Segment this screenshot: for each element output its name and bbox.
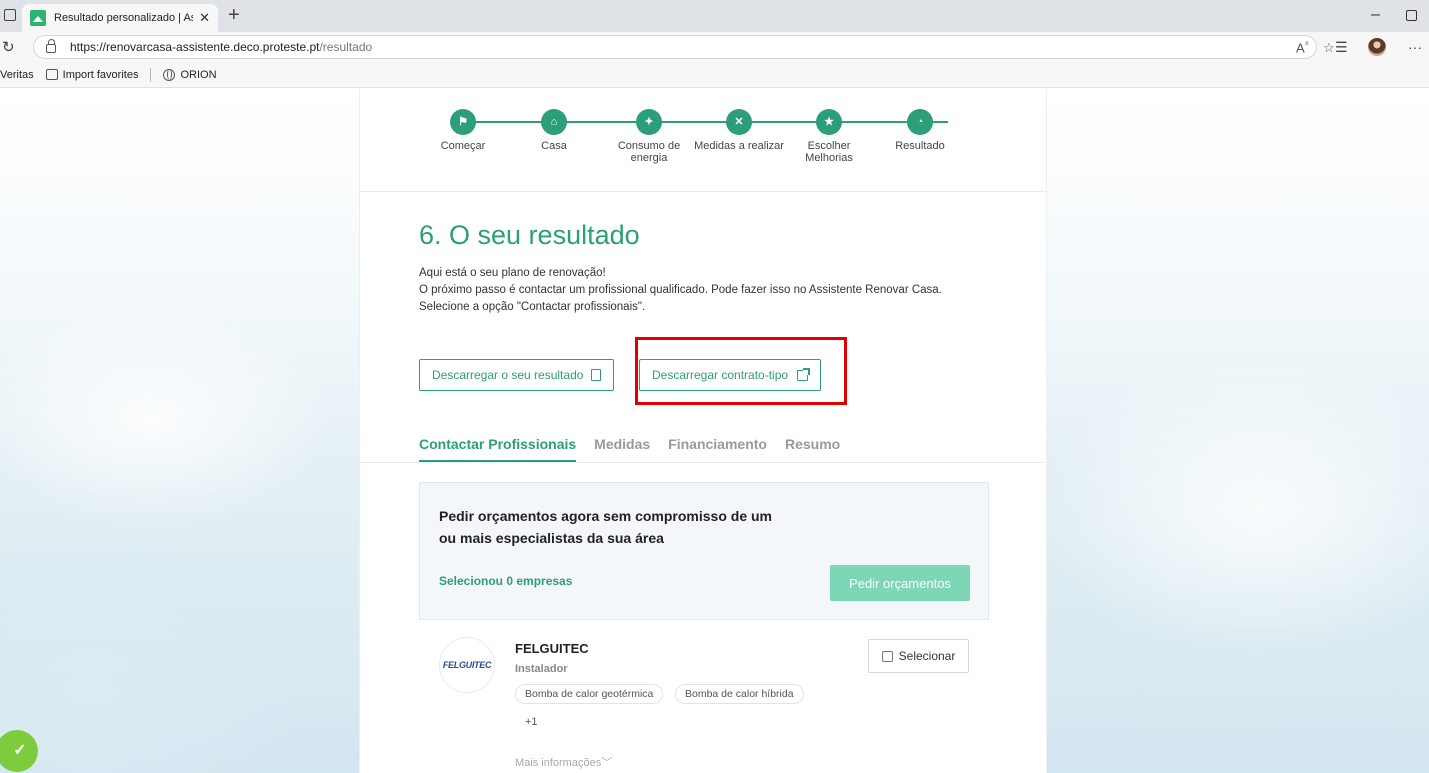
- minimize-window-icon[interactable]: –: [1371, 6, 1380, 24]
- home-icon: ⌂: [541, 109, 567, 135]
- bulb-icon: ✦: [636, 109, 662, 135]
- intro-line: Selecione a opção "Contactar profissiona…: [419, 301, 646, 313]
- step-consumo-energia[interactable]: ✦ Consumo de energia: [599, 109, 699, 164]
- quote-panel-title: Pedir orçamentos agora sem compromisso d…: [439, 508, 772, 546]
- globe-icon: [163, 68, 176, 81]
- step-casa[interactable]: ⌂ Casa: [504, 109, 604, 152]
- chevron-down-icon: ﹀: [601, 757, 613, 769]
- bookmark-orion[interactable]: ORION: [163, 68, 217, 81]
- tab-resumo[interactable]: Resumo: [785, 436, 840, 463]
- page-title: 6. O seu resultado: [419, 220, 640, 250]
- download-result-label: Descarregar o seu resultado: [432, 368, 584, 382]
- intro-line: O próximo passo é contactar um profissio…: [419, 284, 942, 296]
- flag-icon: ⚑: [450, 109, 476, 135]
- tab-title: Resultado personalizado | Assistente: [54, 12, 193, 24]
- reload-icon[interactable]: ↻: [2, 38, 15, 56]
- star-icon: ★: [816, 109, 842, 135]
- selected-companies-count: Selecionou 0 empresas: [439, 574, 573, 588]
- step-comecar[interactable]: ⚑ Começar: [413, 109, 513, 152]
- url-text: https://renovarcasa-assistente.deco.prot…: [70, 40, 373, 54]
- company-name: FELGUITEC: [515, 641, 589, 656]
- site-favicon-icon: [30, 10, 46, 26]
- more-info-link[interactable]: Mais informações﹀: [515, 754, 612, 770]
- progress-stepper: ⚑ Começar ⌂ Casa ✦ Consumo de energia ✕ …: [360, 89, 1046, 192]
- read-aloud-icon[interactable]: Aᐞ: [1296, 40, 1309, 55]
- favorite-star-icon[interactable]: ☆: [1323, 40, 1335, 56]
- new-tab-button[interactable]: +: [228, 4, 240, 27]
- company-type: Instalador: [515, 663, 568, 675]
- tab-contactar-profissionais[interactable]: Contactar Profissionais: [419, 436, 577, 463]
- bookmark-import-favorites[interactable]: Import favorites: [45, 69, 138, 81]
- more-menu-icon[interactable]: ···: [1408, 39, 1422, 55]
- tabs-divider: [360, 462, 1046, 463]
- url-input[interactable]: https://renovarcasa-assistente.deco.prot…: [33, 35, 1335, 59]
- chart-icon: ◔: [907, 109, 933, 135]
- select-company-button[interactable]: Selecionar: [868, 639, 969, 673]
- result-card: ⚑ Começar ⌂ Casa ✦ Consumo de energia ✕ …: [359, 89, 1047, 773]
- profile-avatar[interactable]: [1368, 38, 1386, 56]
- step-label: Medidas a realizar: [694, 140, 784, 152]
- browser-tab[interactable]: Resultado personalizado | Assistente ✕: [22, 4, 218, 32]
- company-logo: FELGUITEC: [439, 637, 495, 693]
- intro-line: Aqui está o seu plano de renovação!: [419, 267, 606, 279]
- intro-text: Aqui está o seu plano de renovação! O pr…: [419, 265, 942, 316]
- request-quotes-button[interactable]: Pedir orçamentos: [830, 565, 970, 601]
- step-label: Começar: [440, 140, 486, 152]
- request-quotes-panel: Pedir orçamentos agora sem compromisso d…: [419, 482, 989, 620]
- more-tags-count[interactable]: +1: [525, 716, 538, 728]
- step-resultado[interactable]: ◔ Resultado: [870, 109, 970, 152]
- download-result-button[interactable]: Descarregar o seu resultado: [419, 359, 615, 391]
- tab-actions-icon[interactable]: [4, 9, 16, 21]
- step-escolher-melhorias[interactable]: ★ Escolher Melhorias: [779, 109, 879, 164]
- result-tabs: Contactar Profissionais Medidas Financia…: [419, 436, 840, 463]
- folder-icon: [45, 69, 58, 80]
- favorites-list-icon[interactable]: ☰: [1335, 39, 1348, 56]
- step-medidas-realizar[interactable]: ✕ Medidas a realizar: [689, 109, 789, 152]
- bookmarks-bar: Veritas Import favorites ORION: [0, 62, 1429, 88]
- lock-icon[interactable]: [46, 39, 56, 53]
- tab-financiamento[interactable]: Financiamento: [668, 436, 767, 463]
- step-label: Casa: [541, 140, 567, 152]
- pdf-icon: [591, 369, 602, 381]
- maximize-window-icon[interactable]: [1406, 10, 1417, 21]
- step-label: Consumo de energia: [617, 140, 681, 164]
- close-icon: ✕: [726, 109, 752, 135]
- annotation-highlight-box: [635, 337, 847, 405]
- tab-medidas[interactable]: Medidas: [594, 436, 650, 463]
- step-label: Resultado: [895, 140, 945, 152]
- address-bar-row: ↻ https://renovarcasa-assistente.deco.pr…: [0, 32, 1429, 62]
- url-actions: Aᐞ ☆: [1296, 36, 1335, 60]
- browser-tab-bar: Resultado personalizado | Assistente ✕ +…: [0, 0, 1429, 32]
- service-tag: Bomba de calor híbrida: [675, 684, 804, 704]
- service-tag: Bomba de calor geotérmica: [515, 684, 664, 704]
- select-checkbox[interactable]: [881, 650, 893, 662]
- bookmark-veritas[interactable]: Veritas: [0, 69, 34, 81]
- company-card: FELGUITEC FELGUITEC Instalador Bomba de …: [419, 637, 989, 773]
- bookmark-divider: [150, 67, 152, 82]
- close-tab-icon[interactable]: ✕: [199, 10, 210, 26]
- step-label: Escolher Melhorias: [805, 140, 853, 164]
- company-logo-text: FELGUITEC: [442, 660, 492, 670]
- select-label: Selecionar: [898, 649, 956, 663]
